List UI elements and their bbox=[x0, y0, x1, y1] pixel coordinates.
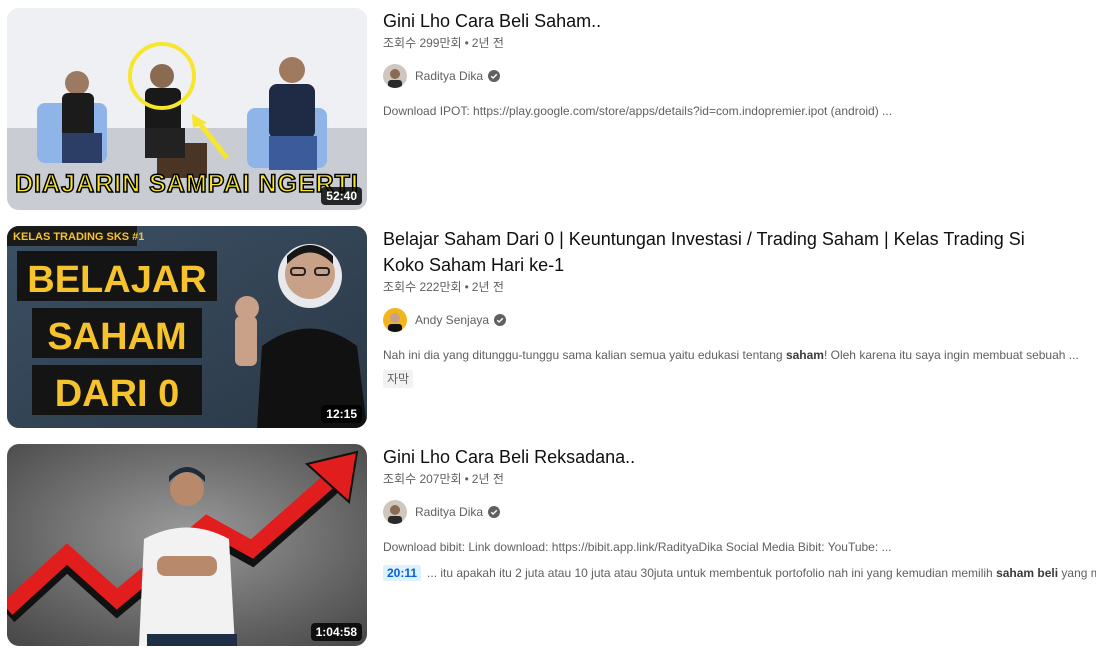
video-thumbnail-1[interactable]: DIAJARIN SAMPAI NGERTI 52:40 bbox=[7, 8, 367, 210]
channel-avatar-3[interactable] bbox=[383, 500, 407, 524]
chapter-timestamp[interactable]: 20:11 bbox=[383, 565, 422, 581]
upload-age: 2년 전 bbox=[471, 280, 504, 294]
view-count: 조회수 222만회 bbox=[383, 280, 462, 294]
chapter-highlight: saham beli bbox=[996, 566, 1059, 580]
video-info-1: Gini Lho Cara Beli Saham.. 조회수 299만회 • 2년 … bbox=[383, 8, 1096, 210]
upload-age: 2년 전 bbox=[471, 472, 504, 486]
video-thumbnail-2[interactable]: KELAS TRADING SKS #1 BELAJAR SAHAM DARI … bbox=[7, 226, 367, 428]
channel-name-3[interactable]: Raditya Dika bbox=[415, 505, 483, 519]
video-description-3: Download bibit: Link download: https://b… bbox=[383, 540, 892, 554]
video-result-2: KELAS TRADING SKS #1 BELAJAR SAHAM DARI … bbox=[7, 226, 1096, 428]
meta-separator: • bbox=[464, 36, 469, 50]
channel-link-2[interactable]: Andy Senjaya bbox=[383, 308, 1096, 332]
video-duration-1: 52:40 bbox=[321, 187, 362, 205]
video-result-3: 1:04:58 Gini Lho Cara Beli Reksadana.. 조… bbox=[7, 444, 1096, 646]
thumbnail-tag-2: KELAS TRADING SKS #1 bbox=[13, 231, 144, 243]
video-result-1: DIAJARIN SAMPAI NGERTI 52:40 Gini Lho Ca… bbox=[7, 8, 1096, 210]
verified-check-icon bbox=[488, 506, 501, 518]
video-description-2: Nah ini dia yang ditunggu-tunggu sama ka… bbox=[383, 346, 1096, 364]
upload-age: 2년 전 bbox=[471, 36, 504, 50]
video-info-3: Gini Lho Cara Beli Reksadana.. 조회수 207만회… bbox=[383, 444, 1096, 646]
video-title-2[interactable]: Belajar Saham Dari 0 | Keuntungan Invest… bbox=[383, 226, 1043, 278]
description-highlight: saham bbox=[785, 348, 824, 362]
thumbnail-image-1: DIAJARIN SAMPAI NGERTI bbox=[7, 8, 367, 210]
thumbnail-line-3: DARI 0 bbox=[55, 373, 180, 415]
thumbnail-image-2: KELAS TRADING SKS #1 BELAJAR SAHAM DARI … bbox=[7, 226, 367, 428]
video-metadata-1: 조회수 299만회 • 2년 전 bbox=[383, 34, 1096, 52]
video-info-2: Belajar Saham Dari 0 | Keuntungan Invest… bbox=[383, 226, 1096, 428]
view-count: 조회수 299만회 bbox=[383, 36, 462, 50]
channel-name-1[interactable]: Raditya Dika bbox=[415, 69, 483, 83]
view-count: 조회수 207만회 bbox=[383, 472, 462, 486]
video-duration-3: 1:04:58 bbox=[310, 623, 362, 641]
video-description-1: Download IPOT: https://play.google.com/s… bbox=[383, 104, 893, 118]
video-thumbnail-3[interactable]: 1:04:58 bbox=[7, 444, 367, 646]
meta-separator: • bbox=[464, 472, 469, 486]
video-metadata-2: 조회수 222만회 • 2년 전 bbox=[383, 278, 1096, 296]
thumbnail-line-2: SAHAM bbox=[47, 316, 186, 358]
video-duration-2: 12:15 bbox=[321, 405, 362, 423]
verified-check-icon bbox=[488, 70, 501, 82]
video-metadata-3: 조회수 207만회 • 2년 전 bbox=[383, 470, 1096, 488]
chapter-snippet[interactable]: 20:11 ... itu apakah itu 2 juta atau 10 j… bbox=[383, 564, 1096, 582]
video-title-1[interactable]: Gini Lho Cara Beli Saham.. bbox=[383, 8, 1043, 34]
channel-name-2[interactable]: Andy Senjaya bbox=[415, 313, 489, 327]
description-text: Nah ini dia yang ditunggu-tunggu sama ka… bbox=[383, 348, 786, 362]
channel-avatar-2[interactable] bbox=[383, 308, 407, 332]
thumbnail-caption-1: DIAJARIN SAMPAI NGERTI bbox=[15, 170, 359, 198]
thumbnail-image-3 bbox=[7, 444, 367, 646]
thumbnail-line-1: BELAJAR bbox=[27, 259, 206, 301]
subtitles-badge: 자막 bbox=[383, 370, 414, 388]
meta-separator: • bbox=[464, 280, 469, 294]
chapter-text: ... itu apakah itu 2 juta atau 10 juta a… bbox=[427, 566, 997, 580]
description-text: ! Oleh karena itu saya ingin membuat seb… bbox=[823, 348, 1079, 362]
video-title-3[interactable]: Gini Lho Cara Beli Reksadana.. bbox=[383, 444, 1043, 470]
channel-link-1[interactable]: Raditya Dika bbox=[383, 64, 1096, 88]
verified-check-icon bbox=[494, 314, 507, 326]
channel-avatar-1[interactable] bbox=[383, 64, 407, 88]
channel-link-3[interactable]: Raditya Dika bbox=[383, 500, 1096, 524]
chapter-text: yang m... bbox=[1061, 566, 1096, 580]
